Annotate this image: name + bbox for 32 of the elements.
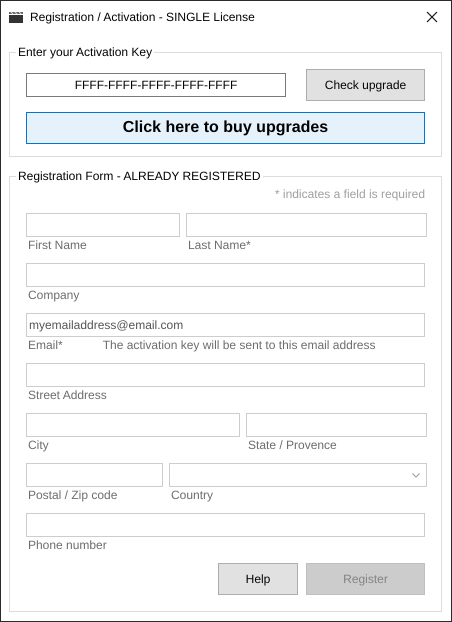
input-field[interactable]	[26, 363, 425, 387]
input-field[interactable]	[186, 213, 427, 237]
close-icon[interactable]	[426, 11, 438, 23]
clapperboard-icon	[8, 11, 24, 23]
field-label: Email*	[28, 338, 63, 352]
field-label: Postal / Zip code	[28, 488, 118, 502]
field-label: First Name	[28, 238, 87, 252]
group-legend: Registration Form - ALREADY REGISTERED	[16, 168, 263, 184]
field-label: City	[28, 438, 49, 452]
window-title: Registration / Activation - SINGLE License	[30, 10, 256, 24]
dialog-button[interactable]: Help	[218, 563, 298, 595]
field-hint: The activation key will be sent to this email address	[102, 338, 376, 352]
activation-key-field[interactable]: FFFF-FFFF-FFFF-FFFF-FFFF	[26, 73, 286, 97]
input-field[interactable]	[26, 213, 180, 237]
input-field[interactable]	[26, 413, 240, 437]
input-field[interactable]	[26, 463, 163, 487]
input-field[interactable]	[26, 513, 425, 537]
input-field[interactable]	[246, 413, 427, 437]
field-label: Country	[171, 488, 214, 502]
chevron-down-icon	[412, 472, 420, 478]
buy-upgrades-button[interactable]: Click here to buy upgrades	[26, 112, 425, 144]
input-field[interactable]	[26, 263, 425, 287]
required-note: * indicates a field is required	[274, 187, 425, 203]
check-upgrade-button[interactable]: Check upgrade	[306, 69, 425, 101]
group-legend: Enter your Activation Key	[16, 44, 154, 60]
field-label: Last Name*	[188, 238, 251, 252]
field-label: Street Address	[28, 388, 107, 402]
field-label: State / Provence	[248, 438, 337, 452]
field-label: Phone number	[28, 538, 107, 552]
field-label: Company	[28, 288, 80, 302]
dropdown-field[interactable]	[169, 463, 427, 487]
input-field[interactable]: myemailaddress@email.com	[26, 313, 425, 337]
